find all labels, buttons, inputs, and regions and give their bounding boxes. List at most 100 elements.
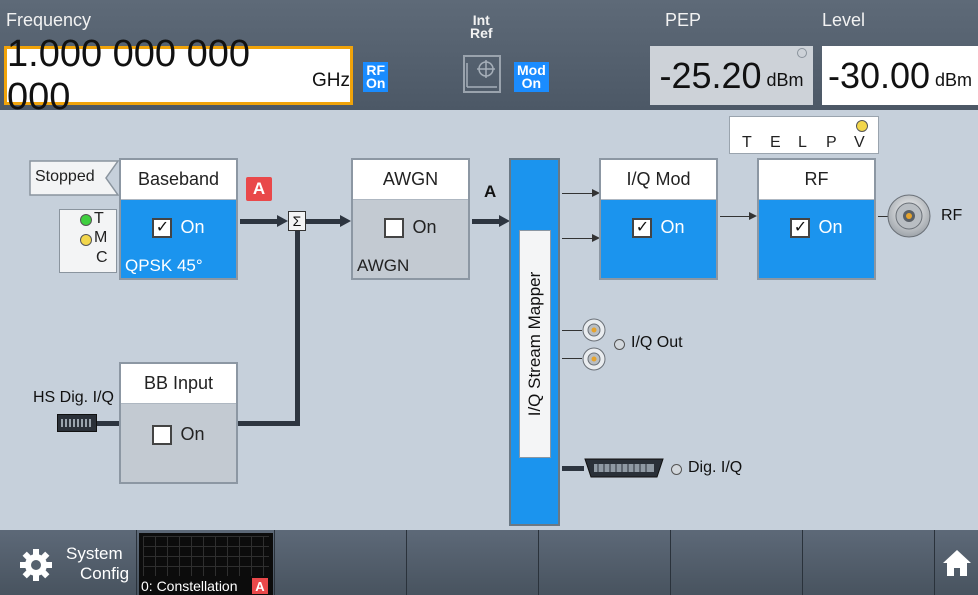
connector-arrow (749, 212, 757, 220)
baseband-block[interactable]: Baseband ✓ On QPSK 45° (119, 158, 238, 280)
pep-info-icon (797, 48, 807, 58)
v-status-led (856, 120, 868, 132)
level-unit: dBm (935, 70, 973, 90)
connector-line (562, 193, 592, 194)
hs-dig-iq-label: HS Dig. I/Q (33, 389, 114, 406)
pep-unit: dBm (766, 70, 804, 90)
int-ref-label: Int Ref (470, 13, 493, 40)
bb-input-state-label: On (180, 424, 205, 444)
constellation-thumbnail[interactable]: 0: Constellation A (139, 533, 273, 595)
rf-on-indicator[interactable]: RF On (363, 62, 389, 92)
rf-state-label: On (818, 217, 843, 237)
reference-icon[interactable] (463, 55, 501, 93)
frequency-value: 1.000 000 000 000 (7, 32, 251, 118)
pep-value: -25.20 (659, 54, 762, 96)
home-button[interactable] (935, 530, 978, 595)
baseband-state-label: On (180, 217, 205, 237)
system-config-button[interactable]: System Config (0, 530, 136, 595)
connector-line (295, 231, 300, 426)
awgn-block[interactable]: AWGN On AWGN (351, 158, 470, 280)
connector-line (97, 421, 119, 426)
awgn-path-label: A (484, 182, 497, 201)
taskbar-slot-empty[interactable] (671, 530, 802, 595)
awgn-title: AWGN (353, 160, 468, 200)
indicator-t: T (742, 134, 752, 151)
trigger-marker-clock-panel[interactable]: T M C (59, 209, 117, 273)
trigger-led (80, 214, 92, 226)
dig-iq-connector-icon[interactable] (584, 458, 664, 478)
connector-line (240, 219, 278, 224)
level-value: -30.00 (827, 54, 931, 96)
indicator-v: V (854, 134, 865, 151)
frequency-label: Frequency (6, 10, 92, 30)
bb-input-title: BB Input (121, 364, 236, 404)
taskbar-separator (136, 530, 137, 595)
pep-display: -25.20 dBm (650, 46, 813, 105)
taskbar-slot-empty[interactable] (275, 530, 406, 595)
rf-checkbox[interactable]: ✓ (790, 217, 811, 238)
awgn-sub-label: AWGN (357, 256, 410, 275)
frequency-unit: GHz (312, 69, 350, 91)
indicator-p: P (826, 134, 837, 151)
rf-connector-icon[interactable] (887, 194, 931, 238)
block-diagram: T E L P V Stopped T M C Baseband ✓ On QP… (0, 110, 978, 530)
mod-on-indicator[interactable]: Mod On (514, 62, 549, 92)
stopped-button[interactable]: Stopped (29, 160, 119, 196)
connector-line (472, 219, 502, 224)
system-config-line1: System (66, 544, 123, 563)
rf-block[interactable]: RF ✓ On (757, 158, 876, 280)
iq-mod-checkbox[interactable]: ✓ (632, 217, 653, 238)
rf-title: RF (759, 160, 874, 200)
connector-arrow (277, 215, 288, 227)
iq-out-q-connector-icon[interactable] (582, 347, 606, 371)
indicator-e: E (770, 134, 781, 151)
connector-line (720, 216, 750, 217)
marker-led (80, 234, 92, 246)
stopped-label: Stopped (35, 168, 95, 185)
level-label: Level (822, 10, 866, 30)
connector-line (562, 466, 584, 471)
iq-mod-state-label: On (660, 217, 685, 237)
baseband-modulation: QPSK 45° (125, 256, 203, 275)
taskbar: System Config 0: Constellation A (0, 530, 978, 595)
rf-status-line2: On (366, 75, 386, 91)
level-field[interactable]: -30.00 dBm (822, 46, 978, 105)
baseband-body: ✓ On QPSK 45° (121, 200, 236, 278)
taskbar-slot-empty[interactable] (539, 530, 670, 595)
constellation-grid (143, 536, 269, 576)
iq-stream-mapper-label: I/Q Stream Mapper (525, 271, 544, 417)
marker-label: M (94, 229, 108, 246)
rf-output-label: RF (941, 207, 963, 224)
bb-input-block[interactable]: BB Input On (119, 362, 238, 484)
hs-dig-iq-connector-icon[interactable] (57, 414, 97, 432)
iq-out-i-connector-icon[interactable] (582, 318, 606, 342)
iq-mod-title: I/Q Mod (601, 160, 716, 200)
mod-status-line2: On (521, 75, 542, 91)
bb-input-body: On (121, 404, 236, 482)
connector-line (562, 358, 582, 359)
connector-line (562, 330, 582, 331)
baseband-title: Baseband (121, 160, 236, 200)
iq-stream-mapper-block[interactable]: I/Q Stream Mapper (509, 158, 560, 526)
frequency-field[interactable]: 1.000 000 000 000 GHz (4, 33, 353, 118)
awgn-state-label: On (412, 217, 437, 237)
connector-line (562, 238, 592, 239)
baseband-checkbox[interactable]: ✓ (152, 217, 173, 238)
connector-arrow (340, 215, 351, 227)
clock-label: C (96, 249, 108, 266)
constellation-label: 0: Constellation (141, 578, 238, 594)
bb-input-checkbox[interactable] (152, 424, 173, 445)
iq-stream-mapper-button[interactable]: I/Q Stream Mapper (519, 230, 551, 458)
iq-out-label: I/Q Out (631, 334, 683, 351)
taskbar-slot-empty[interactable] (803, 530, 934, 595)
awgn-checkbox[interactable] (384, 217, 405, 238)
status-indicator-panel[interactable]: T E L P V (729, 116, 879, 154)
iq-mod-block[interactable]: I/Q Mod ✓ On (599, 158, 718, 280)
indicator-l: L (798, 134, 807, 151)
awgn-body: On AWGN (353, 200, 468, 278)
connector-line (306, 219, 342, 224)
constellation-path-badge: A (252, 578, 268, 594)
gear-icon (18, 547, 54, 583)
rf-body: ✓ On (759, 200, 874, 278)
taskbar-slot-empty[interactable] (407, 530, 538, 595)
